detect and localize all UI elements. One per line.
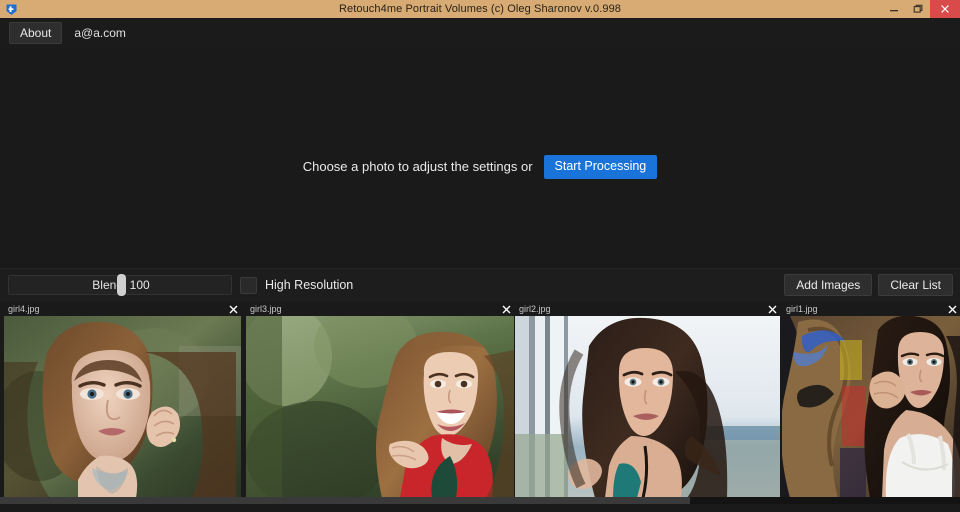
blend-slider[interactable]: Blend: 100 — [8, 274, 232, 296]
thumbnail-item[interactable]: girl2.jpg — [515, 302, 780, 498]
thumbnail-header: girl4.jpg — [4, 302, 241, 316]
thumbnail-strip[interactable]: girl4.jpg girl3.jpg girl2.jpg girl1.jpg — [0, 302, 960, 498]
clear-list-button[interactable]: Clear List — [878, 274, 953, 296]
window-title: Retouch4me Portrait Volumes (c) Oleg Sha… — [338, 3, 622, 15]
thumbnail-item[interactable]: girl1.jpg — [782, 302, 960, 498]
main-content-area: Choose a photo to adjust the settings or… — [0, 48, 960, 268]
thumbnail-image[interactable] — [782, 316, 960, 498]
restore-icon[interactable] — [906, 0, 930, 18]
blend-slider-handle[interactable] — [117, 274, 126, 296]
prompt-text: Choose a photo to adjust the settings or — [302, 159, 533, 175]
menu-bar: About a@a.com — [0, 18, 960, 48]
horizontal-scrollbar[interactable] — [0, 497, 960, 504]
thumbnail-filename: girl2.jpg — [519, 304, 551, 314]
high-resolution-checkbox[interactable] — [240, 276, 257, 294]
close-icon[interactable] — [225, 302, 241, 316]
high-resolution-label: High Resolution — [265, 278, 354, 292]
close-icon[interactable] — [944, 302, 960, 316]
account-label[interactable]: a@a.com — [74, 26, 126, 40]
toolbar-right-buttons: Add Images Clear List — [784, 274, 953, 296]
close-icon[interactable] — [764, 302, 780, 316]
prompt-row: Choose a photo to adjust the settings or… — [0, 155, 960, 179]
window-controls — [882, 0, 960, 18]
thumbnail-header: girl1.jpg — [782, 302, 960, 316]
window-bottom-edge — [0, 504, 960, 512]
close-icon[interactable] — [930, 0, 960, 18]
thumbnail-item[interactable]: girl3.jpg — [246, 302, 514, 498]
thumbnail-image[interactable] — [515, 316, 780, 498]
thumbnail-header: girl2.jpg — [515, 302, 780, 316]
thumbnail-filename: girl1.jpg — [786, 304, 818, 314]
scrollbar-thumb[interactable] — [0, 497, 690, 504]
thumbnail-item[interactable]: girl4.jpg — [4, 302, 241, 498]
thumbnail-header: girl3.jpg — [246, 302, 514, 316]
start-processing-button[interactable]: Start Processing — [543, 155, 658, 179]
thumbnail-filename: girl4.jpg — [8, 304, 40, 314]
about-button[interactable]: About — [9, 22, 63, 44]
thumbnail-image[interactable] — [246, 316, 514, 498]
title-bar: Retouch4me Portrait Volumes (c) Oleg Sha… — [0, 0, 960, 18]
close-icon[interactable] — [498, 302, 514, 316]
thumbnail-image[interactable] — [4, 316, 241, 498]
minimize-icon[interactable] — [882, 0, 906, 18]
thumbnail-filename: girl3.jpg — [250, 304, 282, 314]
app-window: Retouch4me Portrait Volumes (c) Oleg Sha… — [0, 0, 960, 512]
high-resolution-checkbox-wrap[interactable]: High Resolution — [240, 275, 353, 295]
add-images-button[interactable]: Add Images — [784, 274, 873, 296]
